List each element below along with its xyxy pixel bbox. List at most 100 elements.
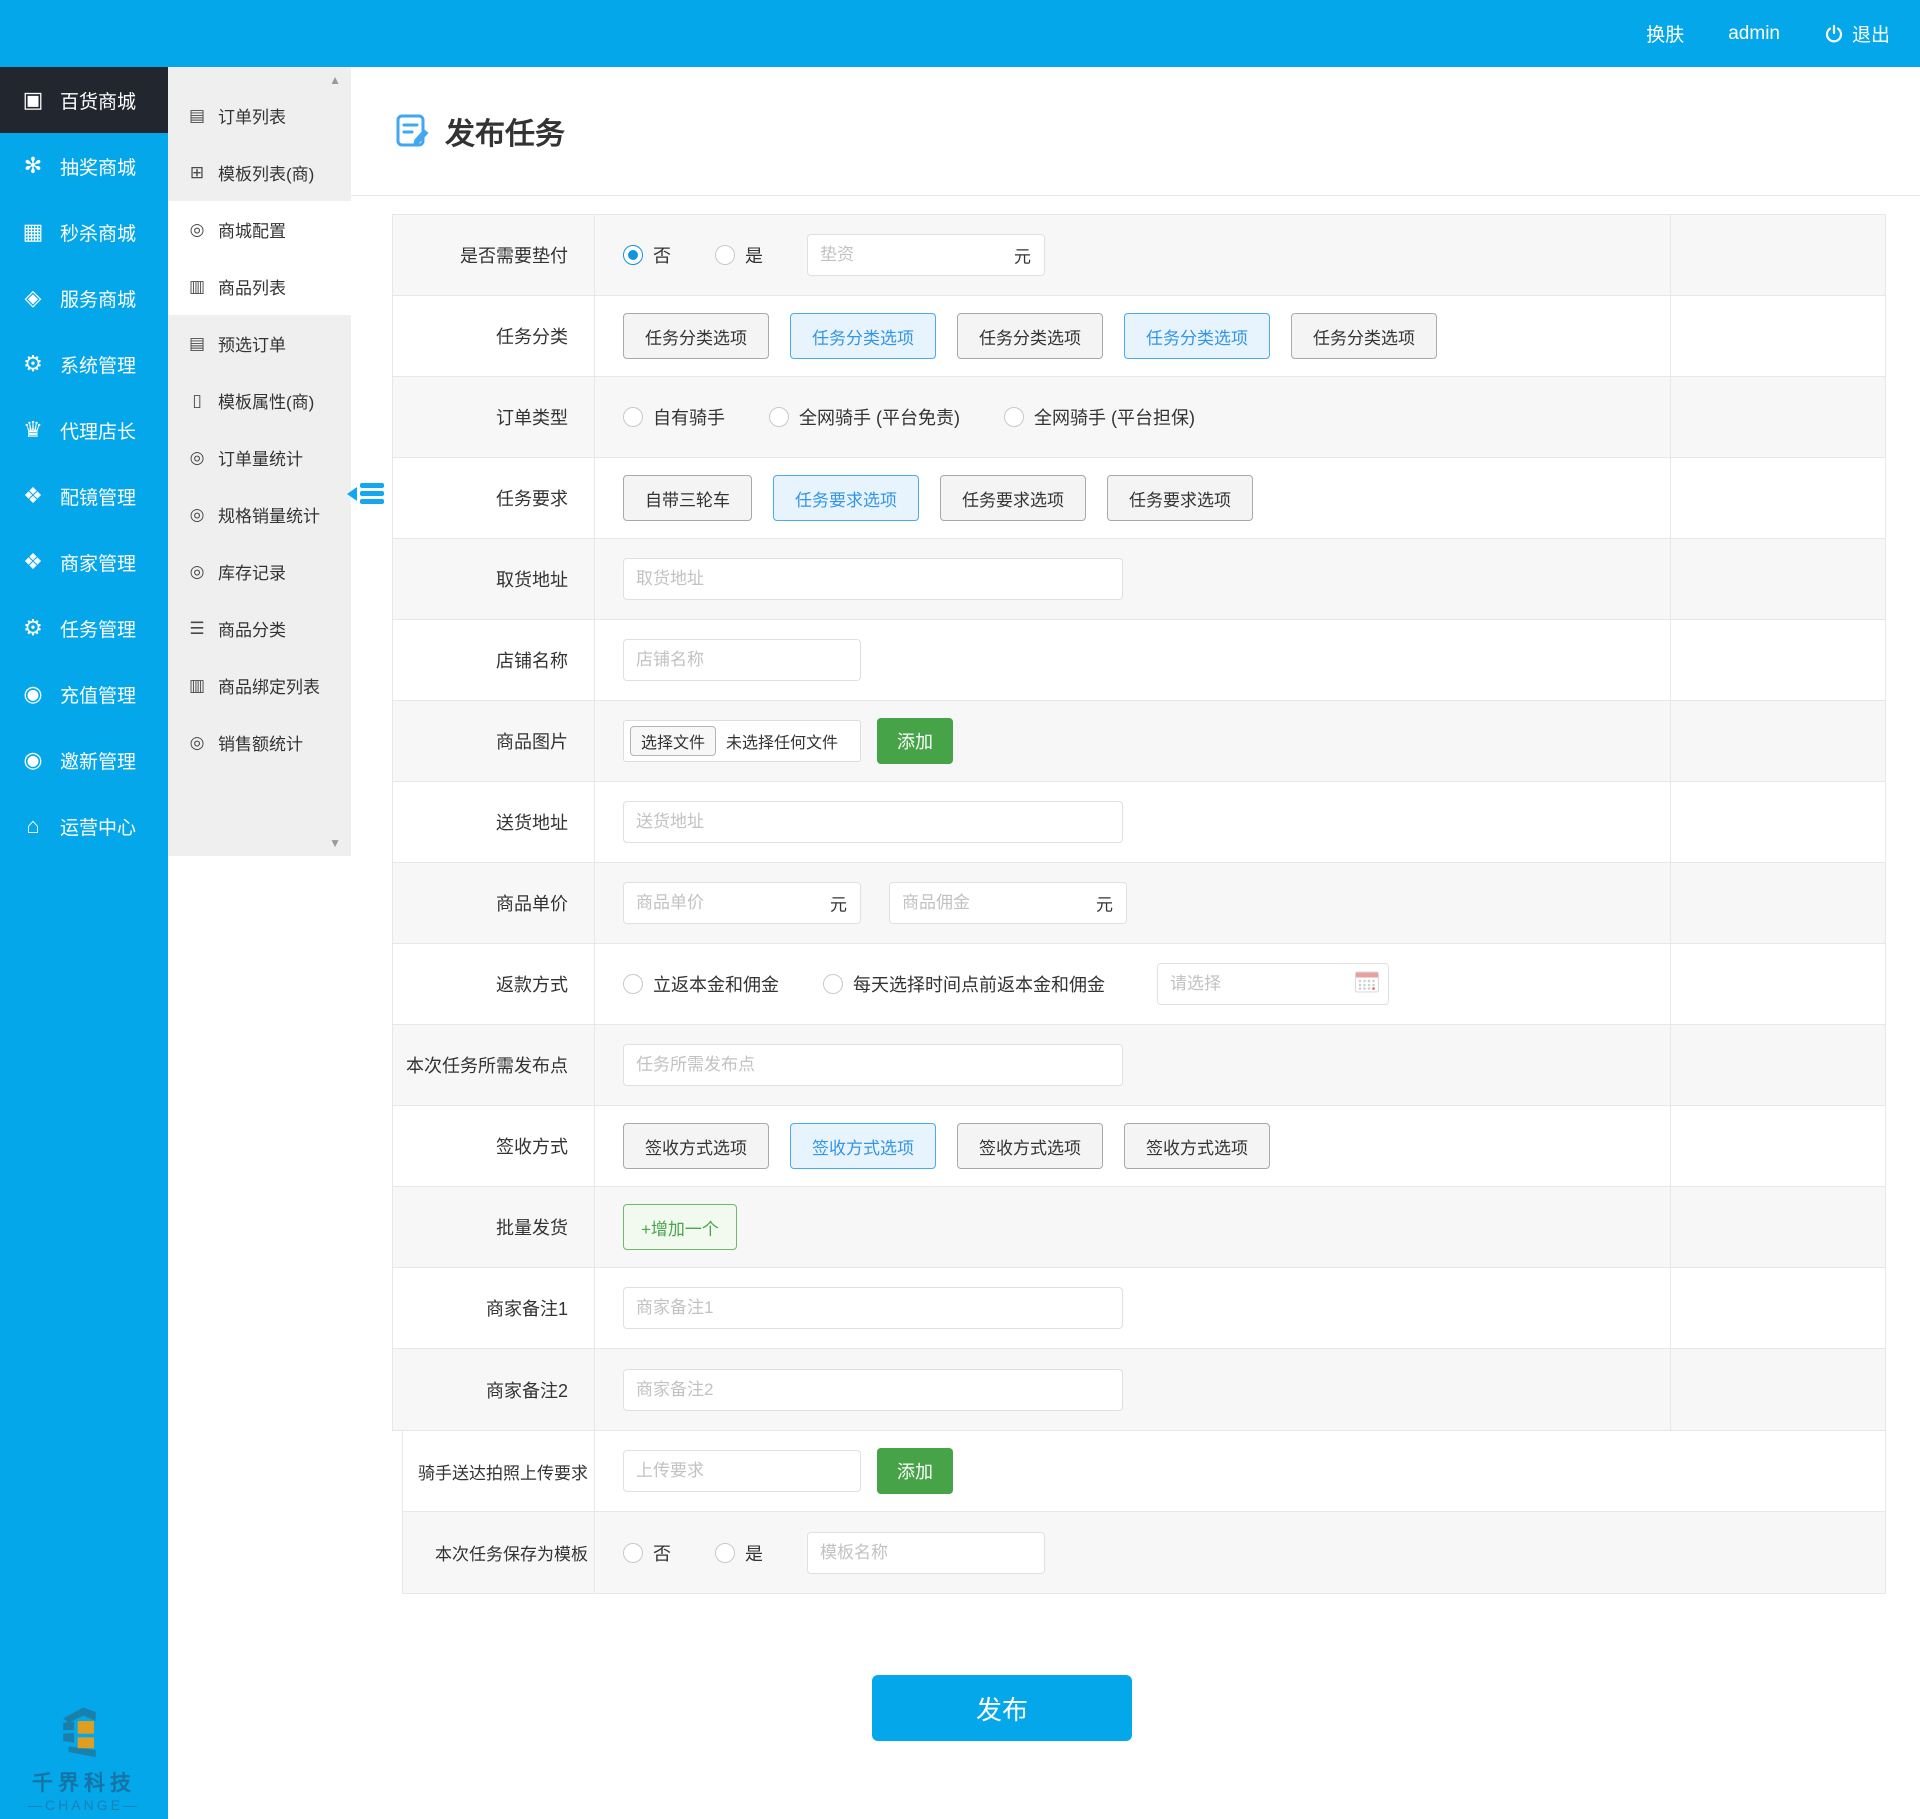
radio-advance-no[interactable]: 否 [623,242,671,268]
radio-button-icon[interactable] [623,974,643,994]
empty-cell [1670,377,1885,457]
left-arrow-icon [347,487,357,501]
radio-daily-time-refund[interactable]: 每天选择时间点前返本金和佣金 [823,971,1105,997]
submenu-item-sales-amount-stats[interactable]: ◎ 销售额统计 [168,714,351,771]
radio-network-rider-guaranteed[interactable]: 全网骑手 (平台担保) [1004,404,1195,430]
radio-button-icon[interactable] [623,1543,643,1563]
task-category-option-button[interactable]: 任务分类选项 [790,313,936,359]
radio-button-icon[interactable] [1004,407,1024,427]
submenu-item-order-volume-stats[interactable]: ◎ 订单量统计 [168,429,351,486]
task-requirement-option-button[interactable]: 自带三轮车 [623,475,752,521]
sidebar-item-service-mall[interactable]: ◈ 服务商城 [0,265,168,331]
empty-cell [1670,1025,1885,1105]
radio-save-template-no[interactable]: 否 [623,1540,671,1566]
task-requirement-option-button[interactable]: 任务要求选项 [773,475,919,521]
refund-time-select[interactable] [1157,963,1389,1005]
add-image-button[interactable]: 添加 [877,718,953,764]
list-icon: ☰ [184,619,210,639]
sidebar-item-flashsale-mall[interactable]: ▦ 秒杀商城 [0,199,168,265]
radio-save-template-yes[interactable]: 是 [715,1540,763,1566]
change-skin-link[interactable]: 换肤 [1646,20,1684,47]
sign-method-option-button[interactable]: 签收方式选项 [790,1123,936,1169]
pickup-address-input[interactable] [623,558,1123,600]
radio-button-icon[interactable] [769,407,789,427]
sidebar-item-agent-manager[interactable]: ♛ 代理店长 [0,397,168,463]
submenu-item-product-list[interactable]: ▥ 商品列表 [168,258,351,315]
empty-cell [1670,944,1885,1024]
empty-cell [1670,701,1885,781]
submenu-item-template-attrs[interactable]: ▯ 模板属性(商) [168,372,351,429]
task-requirement-option-button[interactable]: 任务要求选项 [1107,475,1253,521]
crown-icon: ♛ [18,417,48,443]
empty-cell [1670,620,1885,700]
submenu-item-inventory-records[interactable]: ◎ 库存记录 [168,543,351,600]
company-logo-icon [53,1702,115,1760]
radio-advance-yes[interactable]: 是 [715,242,763,268]
sidebar-item-recharge-mgmt[interactable]: ◉ 充值管理 [0,661,168,727]
submenu-item-spec-sales-stats[interactable]: ◎ 规格销量统计 [168,486,351,543]
row-publish-points: 本次任务所需发布点 [393,1025,1885,1106]
upload-requirement-input[interactable] [623,1450,861,1492]
radio-button-icon[interactable] [623,245,643,265]
submenu-item-template-list[interactable]: ⊞ 模板列表(商) [168,144,351,201]
row-product-image: 商品图片 选择文件 未选择任何文件 添加 [393,701,1885,782]
shop-name-input[interactable] [623,639,861,681]
radio-button-icon[interactable] [823,974,843,994]
merchant-note2-input[interactable] [623,1369,1123,1411]
row-merchant-note1: 商家备注1 [393,1268,1885,1349]
submenu-item-product-category[interactable]: ☰ 商品分类 [168,600,351,657]
calendar-icon [1355,971,1379,998]
file-icon: ▯ [184,391,210,411]
radio-network-rider-no-liability[interactable]: 全网骑手 (平台免责) [769,404,960,430]
radio-button-icon[interactable] [715,245,735,265]
task-category-option-button[interactable]: 任务分类选项 [623,313,769,359]
row-merchant-note2: 商家备注2 [393,1349,1885,1430]
task-category-option-button[interactable]: 任务分类选项 [1291,313,1437,359]
scroll-down-icon[interactable]: ▼ [329,836,341,850]
submenu-item-preselect-order[interactable]: ▤ 预选订单 [168,315,351,372]
radio-button-icon[interactable] [623,407,643,427]
sidebar-item-operation-center[interactable]: ⌂ 运营中心 [0,793,168,859]
document-icon: ▤ [184,334,210,354]
product-price-input[interactable] [623,882,861,924]
merchant-note1-input[interactable] [623,1287,1123,1329]
radio-immediate-refund[interactable]: 立返本金和佣金 [623,971,779,997]
delivery-address-input[interactable] [623,801,1123,843]
template-name-input[interactable] [807,1532,1045,1574]
empty-cell [1670,296,1885,376]
task-category-option-button[interactable]: 任务分类选项 [957,313,1103,359]
sidebar-item-lottery-mall[interactable]: ✻ 抽奖商城 [0,133,168,199]
task-requirement-option-button[interactable]: 任务要求选项 [940,475,1086,521]
task-category-option-button[interactable]: 任务分类选项 [1124,313,1270,359]
scroll-up-icon[interactable]: ▲ [329,73,341,87]
edit-document-icon [395,113,431,149]
sign-method-option-button[interactable]: 签收方式选项 [1124,1123,1270,1169]
coins-icon: ◎ [184,220,210,240]
publish-button[interactable]: 发布 [872,1675,1132,1741]
submenu-item-product-binding-list[interactable]: ▥ 商品绑定列表 [168,657,351,714]
sidebar-item-department-store[interactable]: ▣ 百货商城 [0,67,168,133]
publish-points-input[interactable] [623,1044,1123,1086]
radio-own-rider[interactable]: 自有骑手 [623,404,725,430]
product-commission-input[interactable] [889,882,1127,924]
sidebar-item-glasses-mgmt[interactable]: ❖ 配镜管理 [0,463,168,529]
logout-link[interactable]: 退出 [1824,20,1890,47]
submenu-item-order-list[interactable]: ▤ 订单列表 [168,87,351,144]
radio-button-icon[interactable] [715,1543,735,1563]
sidebar-item-invite-mgmt[interactable]: ◉ 邀新管理 [0,727,168,793]
sign-method-option-button[interactable]: 签收方式选项 [957,1123,1103,1169]
sidebar-item-merchant-mgmt[interactable]: ❖ 商家管理 [0,529,168,595]
username-link[interactable]: admin [1728,23,1780,45]
empty-cell [1670,782,1885,862]
sign-method-option-button[interactable]: 签收方式选项 [623,1123,769,1169]
row-batch-shipping: 批量发货 +增加一个 [393,1187,1885,1268]
collapse-menu-toggle[interactable] [347,480,384,507]
sidebar-item-task-mgmt[interactable]: ⚙ 任务管理 [0,595,168,661]
add-requirement-button[interactable]: 添加 [877,1448,953,1494]
sidebar-item-system-mgmt[interactable]: ⚙ 系统管理 [0,331,168,397]
file-input[interactable]: 选择文件 未选择任何文件 [623,720,861,762]
advance-amount-input[interactable] [807,234,1045,276]
submenu-item-mall-config[interactable]: ◎ 商城配置 [168,201,351,258]
choose-file-button[interactable]: 选择文件 [630,726,716,756]
add-one-more-button[interactable]: +增加一个 [623,1204,737,1250]
